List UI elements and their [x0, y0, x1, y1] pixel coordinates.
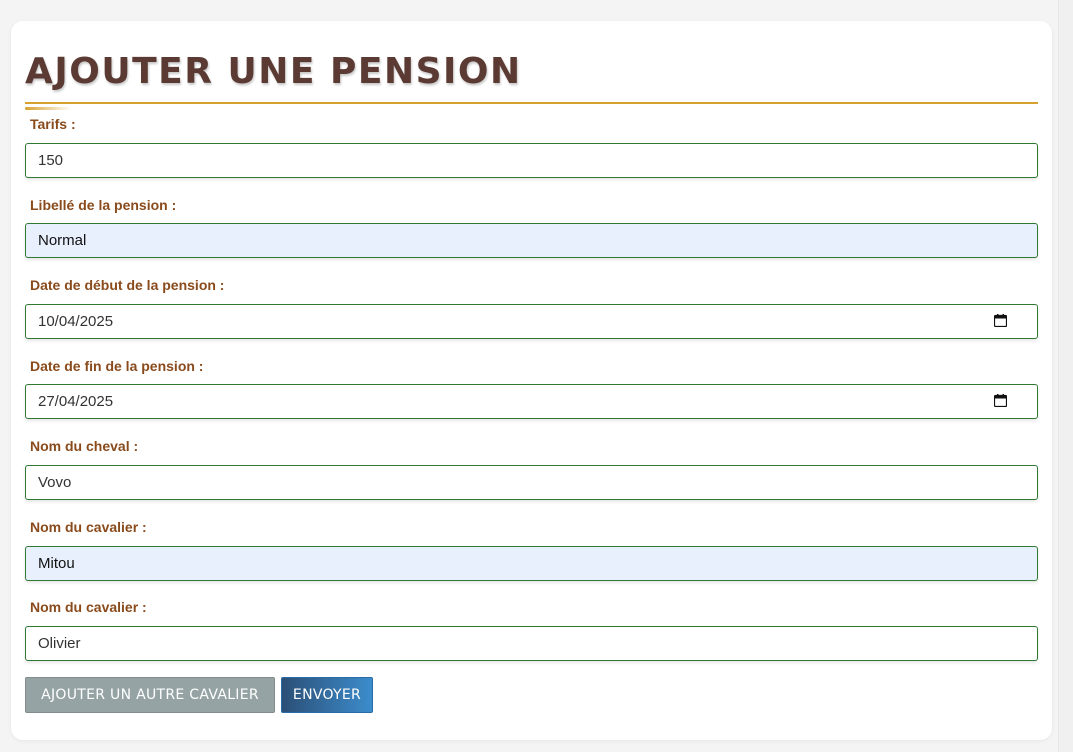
tarifs-input[interactable]: 150: [25, 143, 1038, 178]
tarifs-value: 150: [38, 152, 64, 169]
nom-cheval-label: Nom du cheval :: [30, 438, 139, 454]
nom-cheval-input[interactable]: Vovo: [25, 465, 1038, 500]
nom-cavalier-2-value: Olivier: [38, 635, 81, 652]
date-debut-label: Date de début de la pension :: [30, 277, 225, 293]
tarifs-label: Tarifs :: [30, 116, 76, 132]
date-debut-value: 10/04/2025: [38, 313, 114, 330]
nom-cavalier-value: Mitou: [38, 555, 75, 572]
nom-cavalier-input[interactable]: Mitou: [25, 546, 1038, 581]
nom-cavalier-2-label: Nom du cavalier :: [30, 599, 147, 615]
date-fin-label: Date de fin de la pension :: [30, 358, 204, 374]
calendar-icon[interactable]: [994, 394, 1007, 407]
pension-form-card: AJOUTER UNE PENSION Tarifs : 150 Libellé…: [11, 21, 1052, 740]
date-fin-value: 27/04/2025: [38, 393, 114, 410]
libelle-label: Libellé de la pension :: [30, 197, 177, 213]
page-scrollbar-area: [1058, 0, 1073, 752]
title-flourish: [25, 107, 71, 110]
calendar-icon[interactable]: [994, 314, 1007, 327]
date-debut-input[interactable]: 10/04/2025: [25, 304, 1038, 339]
nom-cavalier-label: Nom du cavalier :: [30, 519, 147, 535]
libelle-input[interactable]: Normal: [25, 223, 1038, 258]
submit-button[interactable]: ENVOYER: [281, 677, 373, 713]
page-title: AJOUTER UNE PENSION: [25, 51, 522, 92]
date-fin-input[interactable]: 27/04/2025: [25, 384, 1038, 419]
title-underline: [25, 102, 1038, 104]
add-rider-button[interactable]: AJOUTER UN AUTRE CAVALIER: [25, 677, 275, 713]
libelle-value: Normal: [38, 232, 87, 249]
nom-cavalier-2-input[interactable]: Olivier: [25, 626, 1038, 661]
nom-cheval-value: Vovo: [38, 474, 72, 491]
